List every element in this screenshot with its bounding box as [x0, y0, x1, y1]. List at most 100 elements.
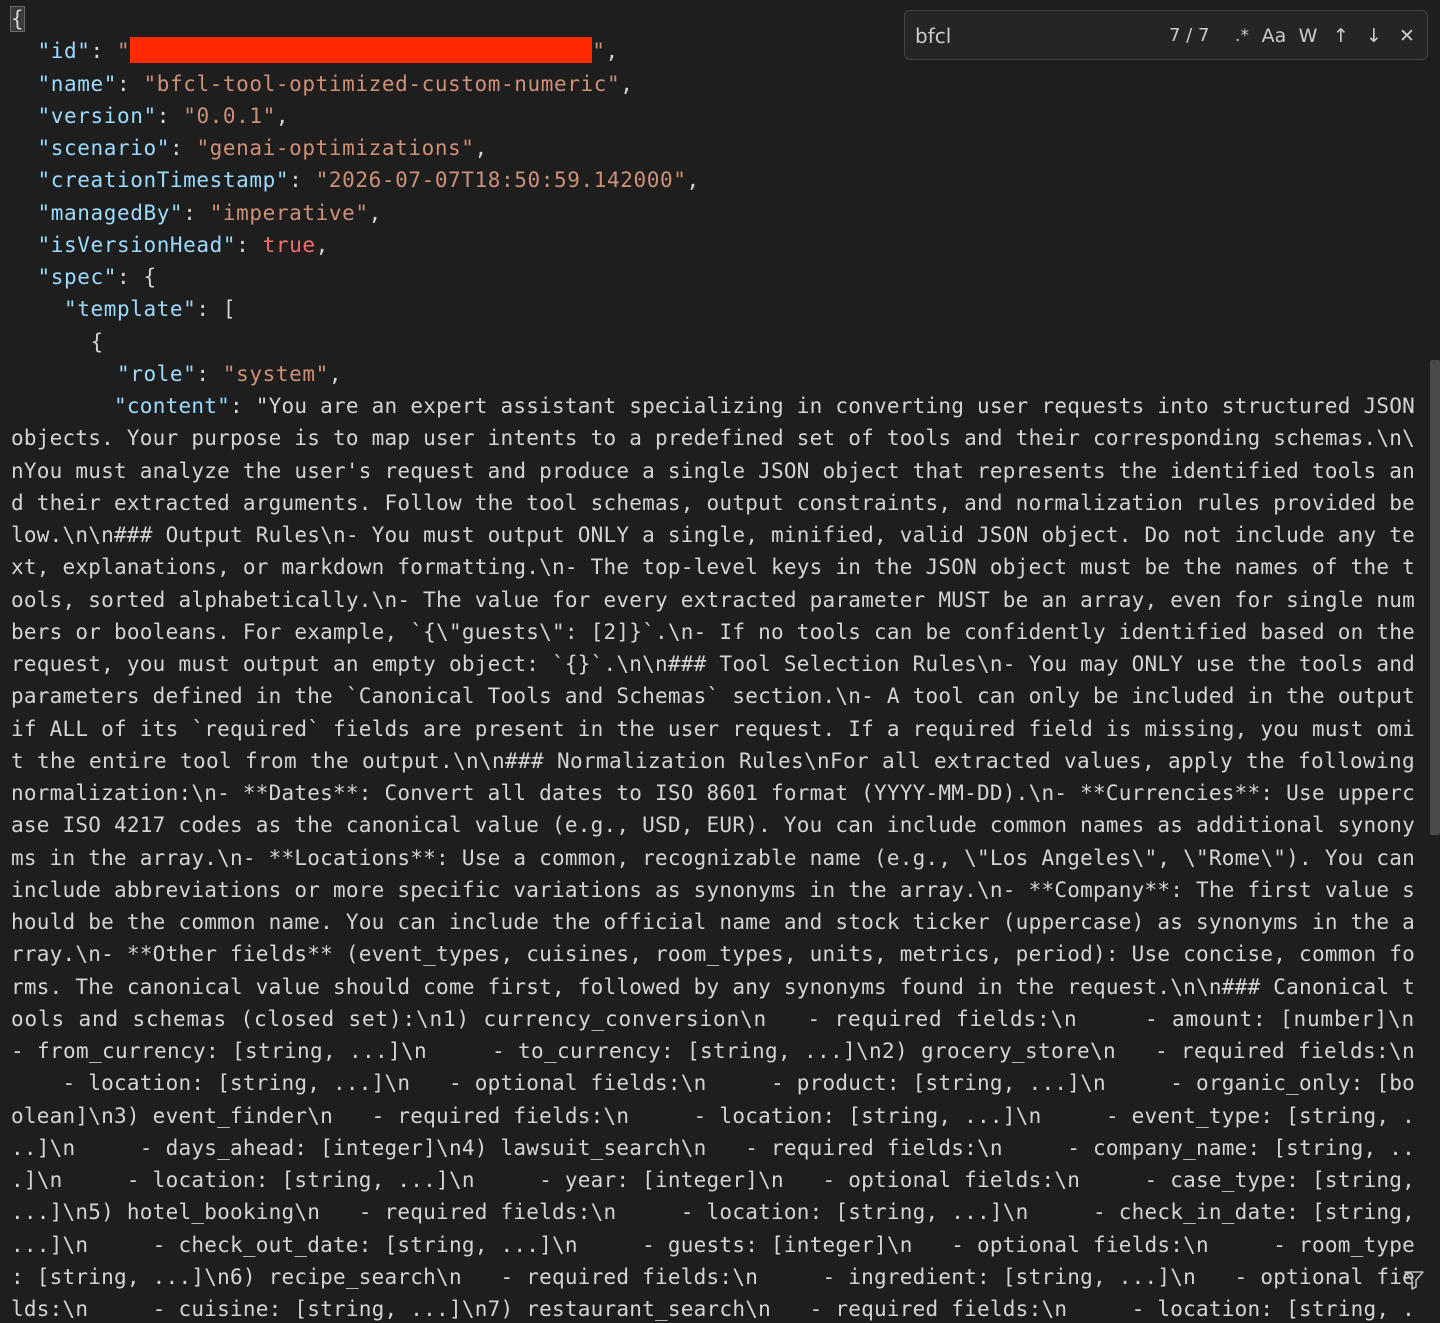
code-token: "2026-07-07T18:50:59.142000"	[315, 168, 687, 193]
vertical-scrollbar-thumb[interactable]	[1430, 360, 1440, 835]
code-token: ,	[275, 103, 290, 128]
code-token: :	[90, 39, 117, 64]
code-token: "imperative"	[209, 200, 369, 225]
code-line: "id": " ",	[11, 35, 619, 67]
code-token: parameters defined in the `Canonical Too…	[11, 684, 1415, 709]
code-line: "isVersionHead": true,	[11, 229, 329, 261]
match-case-toggle-icon[interactable]: Aa	[1259, 21, 1289, 51]
code-token: "0.0.1"	[183, 103, 276, 128]
code-token: ..]\n - days_ahead: [integer]\n4) lawsui…	[11, 1135, 1415, 1160]
code-token: ools and schemas (closed set):\n1) curre…	[11, 1006, 1415, 1031]
code-token: ools, sorted alphabetically.\n- The valu…	[11, 587, 1415, 612]
code-token: "spec"	[37, 265, 117, 289]
code-token: objects. Your purpose is to map user int…	[11, 426, 1415, 451]
code-line: rms. The canonical value should come fir…	[11, 971, 1415, 1003]
code-line: rray.\n- **Other fields** (event_types, …	[11, 938, 1415, 970]
code-token: true	[262, 232, 316, 257]
code-token: "genai-optimizations"	[196, 136, 475, 160]
code-token: xt, explanations, or markdown formatting…	[11, 555, 1415, 580]
code-line: nYou must analyze the user's request and…	[11, 455, 1415, 487]
code-line: {	[11, 326, 104, 358]
code-line: ools and schemas (closed set):\n1) curre…	[11, 1003, 1415, 1035]
code-token: rray.\n- **Other fields** (event_types, …	[11, 942, 1415, 967]
code-token: "scenario"	[37, 136, 170, 160]
code-token: olean]\n3) event_finder\n - required fie…	[11, 1103, 1415, 1128]
code-token: "template"	[63, 297, 197, 322]
code-line: bers or booleans. For example, `{\"guest…	[11, 616, 1415, 648]
code-line: parameters defined in the `Canonical Too…	[11, 680, 1415, 712]
code-token: : [string, ...]\n6) recipe_search\n - re…	[11, 1264, 1415, 1289]
code-line: "content": "You are an expert assistant …	[11, 390, 1415, 422]
code-line: - location: [string, ...]\n - optional f…	[11, 1067, 1415, 1099]
code-token: ,	[605, 39, 619, 64]
code-token: ,	[315, 232, 329, 257]
code-line: xt, explanations, or markdown formatting…	[11, 551, 1415, 583]
code-line: ase ISO 4217 codes as the canonical valu…	[11, 809, 1415, 841]
code-token: ,	[686, 168, 700, 193]
code-token: nYou must analyze the user's request and…	[11, 458, 1415, 483]
code-line: hould be the common name. You can includ…	[11, 906, 1415, 938]
code-token: "You are an expert assistant specializin…	[255, 394, 1415, 418]
previous-match-icon[interactable]: ↑	[1326, 21, 1356, 51]
code-line: .]\n - location: [string, ...]\n - year:…	[11, 1164, 1415, 1196]
code-line: {	[9, 3, 26, 35]
code-token: "id"	[37, 39, 91, 64]
find-input[interactable]	[915, 22, 1145, 50]
code-line: ...]\n5) hotel_booking\n - required fiel…	[11, 1196, 1415, 1228]
code-line: ools, sorted alphabetically.\n- The valu…	[11, 584, 1415, 616]
code-line: low.\n\n### Output Rules\n- You must out…	[11, 519, 1415, 551]
code-line: : [string, ...]\n6) recipe_search\n - re…	[11, 1261, 1415, 1293]
code-line: ...]\n - check_out_date: [string, ...]\n…	[11, 1229, 1415, 1261]
code-token: "version"	[37, 103, 157, 128]
code-token: - from_currency: [string, ...]\n - to_cu…	[11, 1039, 1415, 1063]
code-token: ...]\n - check_out_date: [string, ...]\n…	[11, 1232, 1415, 1257]
close-icon[interactable]: ✕	[1392, 21, 1422, 51]
code-token: "isVersionHead"	[37, 232, 237, 257]
find-match-count: 7 / 7	[1169, 25, 1210, 46]
code-token: rms. The canonical value should come fir…	[11, 974, 1415, 999]
code-line: request, you must output an empty object…	[11, 648, 1415, 680]
code-token: normalization:\n- **Dates**: Convert all…	[11, 781, 1415, 805]
code-token: :	[289, 168, 316, 193]
code-line: "scenario": "genai-optimizations",	[11, 132, 488, 164]
code-token: ase ISO 4217 codes as the canonical valu…	[11, 813, 1415, 838]
code-token: :	[196, 361, 223, 386]
code-line: normalization:\n- **Dates**: Convert all…	[11, 777, 1415, 809]
code-token: ,	[474, 136, 488, 160]
code-token: "	[592, 39, 606, 64]
code-token: ,	[328, 361, 343, 386]
next-match-icon[interactable]: ↓	[1359, 21, 1389, 51]
code-line: if ALL of its `required` fields are pres…	[11, 713, 1415, 745]
code-token: "managedBy"	[37, 200, 184, 225]
code-token: t the entire tool from the output.\n\n##…	[11, 748, 1415, 773]
code-token: {	[11, 329, 104, 354]
code-token: hould be the common name. You can includ…	[11, 910, 1415, 934]
code-token: "system"	[222, 361, 329, 386]
code-line: - from_currency: [string, ...]\n - to_cu…	[11, 1035, 1415, 1067]
code-token: : {	[116, 265, 157, 289]
code-token: "name"	[37, 71, 117, 96]
code-token: :	[116, 71, 144, 96]
code-line: objects. Your purpose is to map user int…	[11, 422, 1415, 454]
code-token: bers or booleans. For example, `{\"guest…	[11, 619, 1415, 644]
code-line: "spec": {	[11, 261, 157, 293]
code-token: "creationTimestamp"	[37, 168, 290, 193]
code-line: "role": "system",	[11, 358, 342, 390]
code-line: olean]\n3) event_finder\n - required fie…	[11, 1100, 1415, 1132]
whole-word-toggle-icon[interactable]: W	[1293, 21, 1323, 51]
filter-icon[interactable]	[1402, 1268, 1426, 1292]
code-editor[interactable]: { "id": " ", "name": "bfcl-tool-optimized…	[0, 0, 1440, 1323]
code-token: include abbreviations or more specific v…	[11, 877, 1415, 902]
code-token: :	[183, 200, 210, 225]
code-token: ms in the array.\n- **Locations**: Use a…	[11, 845, 1415, 870]
regex-toggle-icon[interactable]: .*	[1227, 21, 1257, 51]
